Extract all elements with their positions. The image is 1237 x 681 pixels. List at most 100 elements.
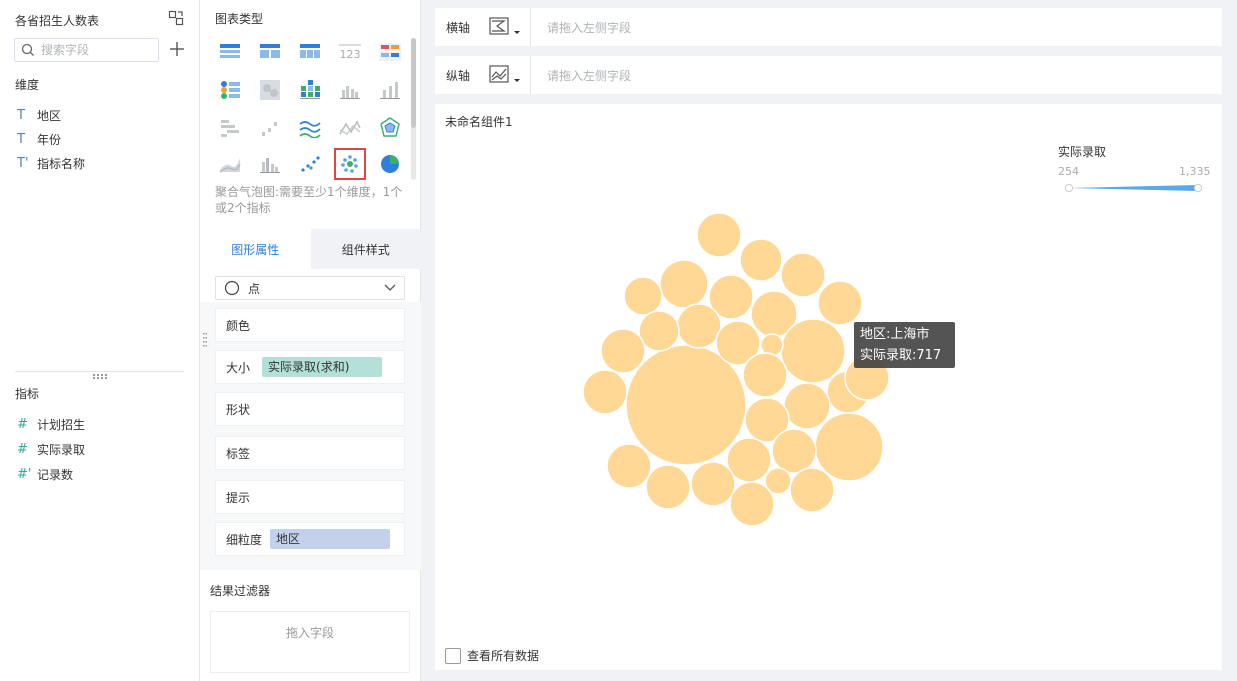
property-panel: 图表类型 123 聚合气泡图:需要至少1个维度，1个或2个指标 图形属性 组件样… <box>200 0 421 681</box>
bubble[interactable] <box>780 318 846 384</box>
circle-icon <box>224 280 240 296</box>
add-field-icon[interactable] <box>168 40 186 58</box>
kpi-card-icon[interactable] <box>374 36 406 68</box>
prop-color[interactable]: 颜色 <box>215 308 405 342</box>
dimension-field-year[interactable]: T 年份 <box>17 129 61 149</box>
bar-chart-icon[interactable] <box>374 74 406 106</box>
field-search[interactable] <box>14 38 159 62</box>
y-axis-sort-button[interactable] <box>481 56 531 94</box>
pie-chart-icon[interactable] <box>374 148 406 180</box>
measure-field-planned[interactable]: # 计划招生 <box>17 414 85 434</box>
field-label: 记录数 <box>37 467 74 482</box>
legend-gradient-bar <box>1069 185 1198 191</box>
chart-canvas: 未命名组件1 实际录取 254 1,335 地区:上海市 实际录取:717 查看… <box>435 104 1222 670</box>
prop-label: 提示 <box>226 490 251 505</box>
chart-type-title: 图表类型 <box>215 12 264 26</box>
stacked-bar-icon[interactable] <box>294 74 326 106</box>
y-axis-bar: 纵轴 请拖入左侧字段 <box>435 56 1222 94</box>
field-label: 年份 <box>37 132 62 147</box>
field-panel: 各省招生人数表 维度 T 地区 T 年份 T' 指标名称 指标 # 计划招生 # <box>0 0 200 681</box>
grip-icon[interactable] <box>93 374 107 380</box>
bubble[interactable] <box>606 443 652 489</box>
line-chart-icon[interactable] <box>294 112 326 144</box>
x-axis-sort-button[interactable] <box>481 8 531 46</box>
mark-type-select[interactable]: 点 <box>215 276 405 300</box>
grouped-bar-icon[interactable] <box>334 74 366 106</box>
dataset-title: 各省招生人数表 <box>15 14 100 28</box>
prop-tip[interactable]: 提示 <box>215 480 405 514</box>
prop-label: 标签 <box>226 446 251 461</box>
aggregated-bubble-chart-icon[interactable] <box>334 148 366 180</box>
number-type-icon: # <box>17 416 28 432</box>
bubble[interactable] <box>638 310 680 352</box>
result-filter-dropzone[interactable]: 拖入字段 <box>210 611 410 673</box>
bubble[interactable] <box>690 461 736 507</box>
measure-field-actual[interactable]: # 实际录取 <box>17 439 85 459</box>
text-type-icon: T' <box>17 155 29 171</box>
tab-component-style[interactable]: 组件样式 <box>311 229 422 269</box>
bubble[interactable] <box>783 382 831 430</box>
prop-label: 细粒度 <box>226 532 263 547</box>
chevron-down-icon <box>384 284 396 291</box>
heatmap-chart-icon[interactable] <box>254 74 286 106</box>
grouped-table-icon[interactable] <box>254 36 286 68</box>
switch-dataset-icon[interactable] <box>168 10 184 26</box>
tooltip-region: 地区:上海市 <box>860 327 930 342</box>
bubble[interactable] <box>623 276 663 316</box>
granularity-field-tag[interactable]: 地区 <box>270 529 391 549</box>
bubble[interactable] <box>645 464 691 510</box>
number-type-icon: #' <box>17 466 32 482</box>
bubble[interactable] <box>739 238 783 282</box>
size-field-tag[interactable]: 实际录取(求和) <box>262 357 383 377</box>
prop-size[interactable]: 大小 实际录取(求和) <box>215 350 405 384</box>
x-axis-bar: 横轴 请拖入左侧字段 <box>435 8 1222 46</box>
range-chart-icon[interactable] <box>254 112 286 144</box>
chart-type-scrollbar[interactable] <box>411 38 416 180</box>
text-type-icon: T <box>17 107 25 123</box>
cross-table-icon[interactable] <box>294 36 326 68</box>
legend-min-handle[interactable] <box>1065 184 1074 192</box>
prop-granularity[interactable]: 细粒度 地区 <box>215 522 405 556</box>
horizontal-bar-icon[interactable] <box>214 112 246 144</box>
column-group-icon[interactable] <box>254 148 286 180</box>
prop-shape[interactable]: 形状 <box>215 392 405 426</box>
field-label: 实际录取 <box>37 442 86 457</box>
search-input[interactable] <box>41 43 151 57</box>
bubble[interactable] <box>817 280 863 326</box>
panel-drag-icon[interactable] <box>203 333 207 347</box>
legend-range-slider[interactable] <box>1065 184 1202 192</box>
legend-max-handle[interactable] <box>1193 184 1202 192</box>
dimension-field-indicator-name[interactable]: T' 指标名称 <box>17 153 85 173</box>
dimension-section-label: 维度 <box>15 78 40 92</box>
measure-section-label: 指标 <box>15 387 40 401</box>
bubble[interactable] <box>814 412 884 482</box>
radar-line-icon[interactable] <box>334 112 366 144</box>
panel-splitter[interactable] <box>15 371 184 372</box>
bubble[interactable] <box>659 259 709 309</box>
bubble[interactable] <box>780 252 826 298</box>
bubble[interactable] <box>696 212 742 258</box>
radar-chart-icon[interactable] <box>374 112 406 144</box>
measure-field-record-count[interactable]: #' 记录数 <box>17 464 73 484</box>
chart-type-description: 聚合气泡图:需要至少1个维度，1个或2个指标 <box>215 185 403 215</box>
bubble[interactable] <box>742 352 788 398</box>
scatter-chart-icon[interactable] <box>294 148 326 180</box>
prop-label-row[interactable]: 标签 <box>215 436 405 470</box>
view-all-data-row[interactable]: 查看所有数据 <box>445 647 539 664</box>
dimension-field-region[interactable]: T 地区 <box>17 105 61 125</box>
y-axis-dropzone[interactable]: 请拖入左侧字段 <box>531 67 631 84</box>
tab-graphic-attributes[interactable]: 图形属性 <box>200 229 311 269</box>
x-axis-dropzone[interactable]: 请拖入左侧字段 <box>531 19 631 36</box>
view-all-checkbox[interactable] <box>445 647 461 664</box>
area-chart-icon[interactable] <box>214 148 246 180</box>
bubble[interactable] <box>771 428 817 474</box>
bubble[interactable] <box>600 328 646 374</box>
table-chart-icon[interactable] <box>214 36 246 68</box>
bubble[interactable] <box>789 467 835 513</box>
bubble[interactable] <box>729 481 775 527</box>
color-table-icon[interactable] <box>214 74 246 106</box>
number-type-icon: # <box>17 441 28 457</box>
kpi-number-icon[interactable]: 123 <box>334 36 366 68</box>
bubble[interactable] <box>676 303 722 349</box>
bubble[interactable] <box>582 369 628 415</box>
